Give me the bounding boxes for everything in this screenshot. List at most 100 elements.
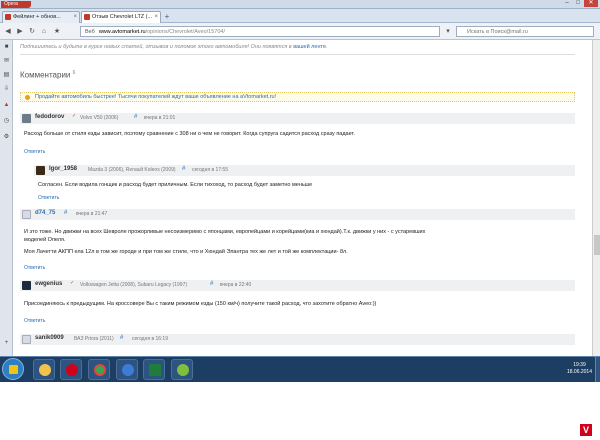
comment-header: fedodorov ✓ Volvo V50 (2006) # вчера в 2… (20, 113, 575, 124)
taskbar-explorer[interactable] (33, 359, 55, 380)
windows-taskbar: 19:39 18.06.2014 (0, 356, 600, 383)
clock-time: 19:39 (573, 362, 586, 368)
comment-anchor-link[interactable]: # (210, 281, 213, 287)
reload-icon[interactable]: ↻ (27, 27, 37, 37)
scrollbar-thumb[interactable] (594, 235, 600, 255)
address-field[interactable]: Веб www.avtomarket.ru/opinions/Chevrolet/… (80, 26, 440, 37)
home-icon[interactable]: ⌂ (39, 27, 49, 37)
search-placeholder: Искать в Поиск@mail.ru (467, 29, 528, 35)
subscribe-note: Подпишитесь и будьте в курсе новых стате… (20, 44, 328, 50)
comment-text: Присоединяюсь к предыдущим. На кроссовер… (24, 301, 377, 307)
history-panel-icon[interactable]: ◷ (3, 118, 10, 125)
excel-icon (149, 364, 161, 376)
v-logo-icon: V (580, 424, 592, 436)
comment-user[interactable]: fedodorov (35, 114, 64, 120)
comment-anchor-link[interactable]: # (134, 114, 137, 120)
tab-0[interactable]: Фейлинг + обнов... × (2, 11, 80, 23)
comment-user[interactable]: Igor_1958 (49, 166, 77, 172)
address-dropdown-icon[interactable]: ▾ (443, 27, 453, 37)
comment-time: сегодня в 17:55 (192, 167, 228, 173)
address-path: /opinions/Chevrolet/Aveo/15704/ (145, 29, 225, 35)
taskbar-opera[interactable] (60, 359, 82, 380)
avatar[interactable] (22, 210, 31, 219)
tab-label: Фейлинг + обнов... (13, 14, 61, 20)
comment-text: Моя Лачетти АКПП ела 12л в том же городе… (24, 249, 348, 255)
minimize-icon[interactable]: – (562, 0, 572, 7)
comment-cars[interactable]: ВАЗ Priora (2011) (74, 336, 114, 342)
screen: Opera – □ ✕ Фейлинг + обнов... × Отзыв C… (0, 0, 600, 440)
close-icon[interactable]: ✕ (584, 0, 598, 7)
comment-anchor-link[interactable]: # (64, 210, 67, 216)
search-field[interactable]: Искать в Поиск@mail.ru (456, 26, 594, 37)
comment-header: ewgenius ✓ Volkswagen Jetta (2008), Suba… (20, 280, 575, 291)
sidebar-add-icon[interactable]: + (3, 340, 10, 347)
bookmarks-icon[interactable]: ★ (52, 27, 62, 37)
comment-header: d74_75 # вчера в 21:47 (20, 209, 575, 220)
comment-cars[interactable]: Mazda 3 (2006), Renault Koleos (2009) (88, 167, 176, 173)
comment-time: вчера в 21:01 (144, 115, 176, 121)
avatar[interactable] (22, 114, 31, 123)
comment-text: Согласен. Если водила гонщик и расход бу… (38, 182, 313, 188)
info-icon (25, 95, 30, 100)
avatar[interactable] (36, 166, 45, 175)
forward-icon[interactable]: ▶ (15, 27, 25, 37)
opera-menu-button[interactable]: Opera (1, 1, 31, 8)
window-title-bar: Opera – □ ✕ (0, 0, 600, 9)
system-tray: 19:39 18.06.2014 (510, 357, 600, 383)
tab-close-icon[interactable]: × (154, 12, 158, 23)
comment-anchor-link[interactable]: # (120, 335, 123, 341)
address-toolbar: ◀ ▶ ↻ ⌂ ★ Веб www.avtomarket.ru/opinions/… (0, 23, 600, 40)
comment-user[interactable]: sanik0909 (35, 335, 64, 341)
comment-time: вчера в 21:47 (76, 211, 108, 217)
info-panel-icon[interactable]: ⚙ (3, 134, 10, 141)
maximize-icon[interactable]: □ (573, 0, 583, 7)
page-scrollbar[interactable] (592, 40, 600, 356)
comment-user[interactable]: ewgenius (35, 281, 62, 287)
taskbar-excel[interactable] (143, 359, 165, 380)
reply-link[interactable]: Ответить (24, 149, 45, 155)
widgets-panel-icon[interactable]: ▲ (3, 102, 10, 109)
taskbar-player[interactable] (116, 359, 138, 380)
avatar[interactable] (22, 335, 31, 344)
reply-link[interactable]: Ответить (38, 195, 59, 201)
opera-sidebar: ■ ✉ ▤ ⇩ ▲ ◷ ⚙ + (0, 40, 13, 356)
clock[interactable]: 19:39 18.06.2014 (567, 362, 592, 376)
chrome-icon (94, 364, 106, 376)
comment-cars[interactable]: Volvo V50 (2006) (80, 115, 118, 121)
reply-link[interactable]: Ответить (24, 265, 45, 271)
opera-icon (66, 364, 78, 376)
comment-text: моделей Опеля. (24, 237, 66, 243)
taskbar-torrent[interactable] (171, 359, 193, 380)
page-content: Подпишитесь и будьте в курсе новых стате… (14, 40, 592, 356)
transfers-panel-icon[interactable]: ⇩ (3, 86, 10, 93)
comment-cars[interactable]: Volkswagen Jetta (2008), Subaru Legacy (… (80, 282, 187, 288)
comments-title: Комментарии (20, 70, 71, 80)
bookmarks-panel-icon[interactable]: ■ (3, 44, 10, 51)
avatar[interactable] (22, 281, 31, 290)
comments-count: 6 (72, 70, 76, 76)
comment-header: Igor_1958 Mazda 3 (2006), Renault Koleos… (34, 165, 575, 176)
promo-text: Продайте автомобиль быстрее! Тысячи поку… (35, 94, 277, 100)
divider (20, 54, 575, 55)
tab-label: Отзыв Chevrolet LTZ (... (92, 14, 153, 20)
notes-panel-icon[interactable]: ▤ (3, 72, 10, 79)
new-tab-icon[interactable]: + (162, 12, 172, 21)
reply-link[interactable]: Ответить (24, 318, 45, 324)
show-desktop-button[interactable] (595, 357, 600, 383)
tab-1[interactable]: Отзыв Chevrolet LTZ (... × (81, 11, 161, 23)
start-button[interactable] (2, 358, 24, 380)
back-icon[interactable]: ◀ (3, 27, 13, 37)
folder-icon (39, 364, 51, 376)
comments-heading: Комментарии 6 (20, 70, 75, 80)
taskbar-chrome[interactable] (88, 359, 110, 380)
media-player-icon (122, 364, 134, 376)
comment-user[interactable]: d74_75 (35, 210, 55, 216)
tab-favicon-icon (84, 14, 90, 20)
comment-anchor-link[interactable]: # (182, 166, 185, 172)
mail-panel-icon[interactable]: ✉ (3, 58, 10, 65)
tab-close-icon[interactable]: × (73, 12, 77, 23)
promo-banner[interactable]: Продайте автомобиль быстрее! Тысячи поку… (20, 92, 575, 102)
address-security-label: Веб (85, 29, 95, 35)
comment-header: sanik0909 ВАЗ Priora (2011) # сегодня в … (20, 334, 575, 345)
subscribe-feed-link[interactable]: вашей ленте (293, 44, 326, 50)
